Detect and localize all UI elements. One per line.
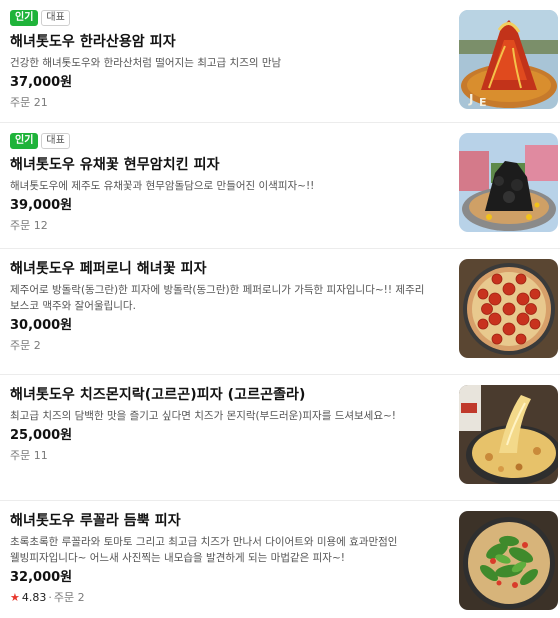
menu-item-price: 30,000원 <box>10 318 73 333</box>
menu-item-gorgonzola-pizza[interactable]: 해녀톳도우 치즈몬지락(고르곤)피자 (고르곤졸라) 최고급 치즈의 담백한 맛… <box>0 375 560 501</box>
menu-item-name: 해녀톳도우 치즈몬지락(고르곤)피자 (고르곤졸라) <box>10 387 306 403</box>
menu-item-meta: 주문 11 <box>10 447 440 465</box>
popular-badge: 인기 <box>10 10 39 26</box>
basalt-chicken-pizza-image-graphic <box>459 133 558 232</box>
menu-item-price: 25,000원 <box>10 428 73 443</box>
order-count: 주문 12 <box>10 219 48 232</box>
arugula-pizza-image-graphic <box>459 511 558 610</box>
order-count: 주문 21 <box>10 96 48 109</box>
menu-item-description: 최고급 치즈의 담백한 맛을 즐기고 싶다면 치즈가 몬지락(부드러운)피자를 … <box>10 410 396 422</box>
menu-item-name: 해녀톳도우 페퍼로니 해녀꽃 피자 <box>10 261 207 277</box>
menu-item-meta: 주문 12 <box>10 217 440 235</box>
menu-item-lava-pizza[interactable]: 인기 대표 해녀톳도우 한라산용암 피자 건강한 해녀톳도우와 한라산처럼 떨어… <box>0 0 560 123</box>
basalt-chicken-pizza-image[interactable] <box>459 133 558 232</box>
menu-item-meta: ★ 4.83 · 주문 2 <box>10 589 440 607</box>
gorgonzola-pizza-image-graphic <box>459 385 558 484</box>
menu-item-name: 해녀톳도우 한라산용암 피자 <box>10 34 176 50</box>
pepperoni-pizza-image-graphic <box>459 259 558 358</box>
signature-badge: 대표 <box>41 10 70 26</box>
menu-item-meta: 주문 2 <box>10 337 440 355</box>
menu-item-info: 해녀톳도우 치즈몬지락(고르곤)피자 (고르곤졸라) 최고급 치즈의 담백한 맛… <box>10 385 440 465</box>
menu-item-arugula-pizza[interactable]: 해녀톳도우 루꼴라 듬뿍 피자 초록초록한 루꼴라와 토마토 그리고 최고급 치… <box>0 501 560 618</box>
menu-item-pepperoni-pizza[interactable]: 해녀톳도우 페퍼로니 해녀꽃 피자 제주어로 방돌락(동그란)한 피자에 방돌락… <box>0 249 560 375</box>
star-icon: ★ <box>10 591 20 604</box>
badge-row: 인기 대표 <box>10 10 440 26</box>
menu-item-name: 해녀톳도우 루꼴라 듬뿍 피자 <box>10 513 181 529</box>
menu-item-description: 해녀톳도우에 제주도 유채꽃과 현무암돌담으로 만들어진 이색피자~!! <box>10 180 315 192</box>
menu-item-basalt-chicken-pizza[interactable]: 인기 대표 해녀톳도우 유채꽃 현무암치킨 피자 해녀톳도우에 제주도 유채꽃과… <box>0 123 560 249</box>
menu-item-description: 건강한 해녀톳도우와 한라산처럼 떨어지는 최고급 치즈의 만남 <box>10 57 282 69</box>
menu-item-meta: 주문 21 <box>10 94 440 112</box>
badge-row: 인기 대표 <box>10 133 440 149</box>
rating-value: 4.83 <box>21 591 47 604</box>
menu-item-description: 초록초록한 루꼴라와 토마토 그리고 최고급 치즈가 만나서 다이어트와 미용에… <box>10 536 398 564</box>
signature-badge: 대표 <box>41 133 70 149</box>
menu-item-price: 32,000원 <box>10 570 73 585</box>
menu-item-info: 인기 대표 해녀톳도우 한라산용암 피자 건강한 해녀톳도우와 한라산처럼 떨어… <box>10 10 440 112</box>
gorgonzola-pizza-image[interactable] <box>459 385 558 484</box>
svg-text:J: J <box>468 92 473 106</box>
menu-list: 인기 대표 해녀톳도우 한라산용암 피자 건강한 해녀톳도우와 한라산처럼 떨어… <box>0 0 560 618</box>
menu-item-price: 39,000원 <box>10 198 73 213</box>
order-count: 주문 2 <box>53 591 85 604</box>
svg-text:E: E <box>479 96 487 109</box>
lava-pizza-image-graphic: J E <box>459 10 558 109</box>
order-count: 주문 2 <box>10 339 41 352</box>
pepperoni-pizza-image[interactable] <box>459 259 558 358</box>
menu-item-info: 인기 대표 해녀톳도우 유채꽃 현무암치킨 피자 해녀톳도우에 제주도 유채꽃과… <box>10 133 440 235</box>
menu-item-info: 해녀톳도우 페퍼로니 해녀꽃 피자 제주어로 방돌락(동그란)한 피자에 방돌락… <box>10 259 440 355</box>
popular-badge: 인기 <box>10 133 39 149</box>
lava-pizza-image[interactable]: J E <box>459 10 558 109</box>
meta-separator: · <box>48 591 52 604</box>
menu-item-info: 해녀톳도우 루꼴라 듬뿍 피자 초록초록한 루꼴라와 토마토 그리고 최고급 치… <box>10 511 440 607</box>
menu-item-name: 해녀톳도우 유채꽃 현무암치킨 피자 <box>10 157 220 173</box>
arugula-pizza-image[interactable] <box>459 511 558 610</box>
order-count: 주문 11 <box>10 449 48 462</box>
menu-item-description: 제주어로 방돌락(동그란)한 피자에 방돌락(동그란)한 페퍼로니가 가득한 피… <box>10 284 425 312</box>
menu-item-price: 37,000원 <box>10 75 73 90</box>
